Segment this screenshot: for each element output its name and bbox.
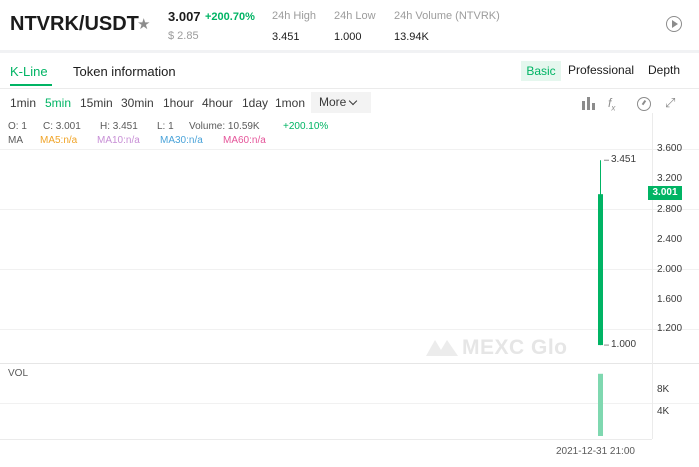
time-axis-label: 2021-12-31 21:00 [556, 446, 635, 457]
divider [0, 88, 699, 89]
volume-label: VOL [8, 368, 29, 379]
grid-line [0, 269, 699, 270]
mexc-logo-icon [426, 340, 458, 356]
last-price: 3.007 [168, 9, 201, 24]
ma5-value: MA5:n/a [40, 135, 78, 146]
interval-1day[interactable]: 1day [242, 96, 268, 110]
price-axis-tick: 3.600 [657, 143, 683, 154]
grid-line [0, 149, 699, 150]
interval-1mon[interactable]: 1mon [275, 96, 305, 110]
trading-pair[interactable]: NTVRK/USDT [10, 13, 139, 36]
volume-bar [598, 373, 603, 436]
stat-label-volume: 24h Volume (NTVRK) [394, 10, 500, 22]
volume-axis-tick: 8K [657, 384, 670, 395]
tab-token-information[interactable]: Token information [73, 64, 176, 79]
more-label: More [319, 95, 347, 109]
interval-30min[interactable]: 30min [121, 96, 154, 110]
grid-line [0, 209, 699, 210]
chart-panel: K-Line Token information Basic Professio… [0, 53, 699, 467]
interval-4hour[interactable]: 4hour [202, 96, 233, 110]
ticker-header: NTVRK/USDT ★ 3.007 +200.70% $ 2.85 24h H… [0, 0, 699, 50]
ma30-value: MA30:n/a [160, 135, 203, 146]
more-intervals-dropdown[interactable]: More [311, 92, 371, 113]
grid-line [0, 403, 699, 404]
low-marker-label: 1.000 [611, 339, 637, 351]
ohlc-low: L: 1 [157, 121, 174, 132]
ma-label: MA [8, 135, 23, 146]
ma10-value: MA10:n/a [97, 135, 140, 146]
time-axis-border [0, 439, 652, 440]
stat-value-volume: 13.94K [394, 31, 429, 43]
price-axis-tick: 1.200 [657, 323, 683, 334]
ma60-value: MA60:n/a [223, 135, 266, 146]
view-professional-button[interactable]: Professional [568, 63, 634, 77]
high-marker-label: 3.451 [611, 154, 637, 166]
volume-separator [0, 363, 699, 364]
star-icon[interactable]: ★ [137, 15, 150, 33]
price-axis-tick: 3.200 [657, 173, 683, 184]
price-axis-border [652, 113, 653, 439]
price-axis-tick: 2.400 [657, 234, 683, 245]
price-axis-tick: 2.800 [657, 204, 683, 215]
candle-layer [598, 159, 609, 436]
grid-line [0, 329, 699, 330]
gauge-icon[interactable] [637, 97, 651, 111]
interval-5min[interactable]: 5min [45, 96, 71, 110]
stat-label-high: 24h High [272, 10, 317, 22]
price-axis-tick: 1.600 [657, 294, 683, 305]
candlestick-icon[interactable] [581, 97, 595, 111]
ohlc-close: C: 3.001 [43, 121, 81, 132]
stat-value-low: 1.000 [334, 31, 362, 43]
active-tab-indicator [10, 84, 52, 86]
fx-indicator-icon[interactable]: fx [608, 96, 622, 112]
view-depth-button[interactable]: Depth [648, 63, 680, 77]
current-price-tag: 3.001 [648, 186, 682, 200]
interval-1min[interactable]: 1min [10, 96, 36, 110]
interval-15min[interactable]: 15min [80, 96, 113, 110]
view-basic-button[interactable]: Basic [521, 61, 561, 81]
play-circle-icon[interactable] [666, 16, 682, 32]
ohlc-change: +200.10% [283, 121, 329, 132]
ohlc-volume: Volume: 10.59K [189, 121, 260, 132]
stat-label-low: 24h Low [334, 10, 376, 22]
interval-1hour[interactable]: 1hour [163, 96, 194, 110]
ohlc-open: O: 1 [8, 121, 27, 132]
usd-price: $ 2.85 [168, 30, 199, 42]
price-axis-tick: 2.000 [657, 264, 683, 275]
watermark: MEXC Glo [462, 336, 568, 359]
chevron-down-icon [349, 96, 358, 106]
ohlc-high: H: 3.451 [100, 121, 138, 132]
volume-axis-tick: 4K [657, 406, 670, 417]
fullscreen-icon[interactable]: ⤢ [665, 95, 679, 110]
price-change: +200.70% [205, 11, 255, 23]
stat-value-high: 3.451 [272, 31, 300, 43]
tab-kline[interactable]: K-Line [10, 64, 48, 79]
